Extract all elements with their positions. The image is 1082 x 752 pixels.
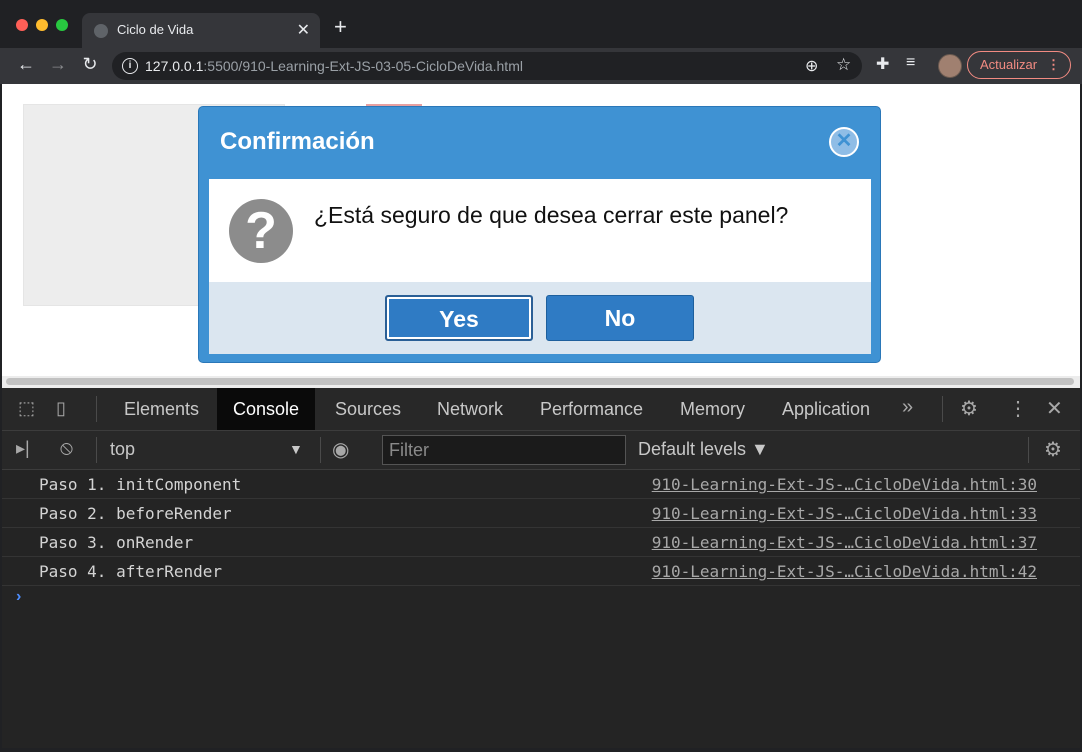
reload-icon[interactable]: ↻ bbox=[78, 54, 102, 75]
more-tabs-icon[interactable]: » bbox=[902, 396, 913, 419]
tab-strip: Ciclo de Vida ✕ + bbox=[0, 0, 1082, 48]
log-row: Paso 1. initComponent 910-Learning-Ext-J… bbox=[2, 470, 1080, 499]
media-control-icon[interactable]: ≡ bbox=[906, 54, 915, 72]
update-label: Actualizar bbox=[980, 57, 1038, 72]
log-row: Paso 3. onRender 910-Learning-Ext-JS-…Ci… bbox=[2, 528, 1080, 557]
address-bar[interactable]: i 127.0.0.1:5500/910-Learning-Ext-JS-03-… bbox=[112, 52, 862, 80]
kebab-menu-icon[interactable]: ⋮ bbox=[1008, 396, 1028, 421]
extensions-puzzle-icon[interactable]: ✚ bbox=[876, 54, 889, 74]
close-window-button[interactable] bbox=[16, 19, 28, 31]
log-levels-dropdown[interactable]: Default levels ▼ bbox=[638, 439, 769, 460]
browser-tab[interactable]: Ciclo de Vida ✕ bbox=[82, 13, 320, 48]
bookmark-star-icon[interactable]: ☆ bbox=[836, 55, 851, 75]
url-path: :5500/910-Learning-Ext-JS-03-05-CicloDeV… bbox=[203, 58, 523, 74]
divider bbox=[96, 437, 97, 463]
dialog-message: ¿Está seguro de que desea cerrar este pa… bbox=[314, 202, 789, 228]
divider bbox=[96, 396, 97, 422]
menu-dots-icon[interactable]: ⋮ bbox=[1047, 52, 1060, 78]
log-row: Paso 4. afterRender 910-Learning-Ext-JS-… bbox=[2, 557, 1080, 586]
info-icon[interactable]: i bbox=[122, 58, 138, 74]
new-tab-icon[interactable]: + bbox=[334, 16, 347, 38]
log-source-link[interactable]: 910-Learning-Ext-JS-…CicloDeVida.html:42 bbox=[652, 562, 1037, 581]
tab-elements[interactable]: Elements bbox=[108, 388, 215, 430]
forward-icon[interactable]: → bbox=[46, 54, 70, 75]
url-host: 127.0.0.1 bbox=[145, 58, 204, 74]
tab-console[interactable]: Console bbox=[217, 388, 316, 430]
context-selector[interactable]: top bbox=[110, 439, 135, 460]
tab-title: Ciclo de Vida bbox=[117, 22, 194, 37]
no-button[interactable]: No bbox=[546, 295, 694, 341]
sidebar-toggle-icon[interactable]: ▸| bbox=[16, 438, 30, 459]
chevron-down-icon[interactable]: ▼ bbox=[289, 441, 303, 457]
devtools-tabbar: ⬚ ▯ Elements Console Sources Network Per… bbox=[2, 388, 1080, 431]
log-message: Paso 1. initComponent bbox=[39, 475, 242, 494]
gear-icon[interactable]: ⚙ bbox=[1044, 437, 1062, 462]
close-tab-icon[interactable]: ✕ bbox=[297, 20, 310, 40]
log-message: Paso 4. afterRender bbox=[39, 562, 223, 581]
log-row: Paso 2. beforeRender 910-Learning-Ext-JS… bbox=[2, 499, 1080, 528]
dialog-body: ? ¿Está seguro de que desea cerrar este … bbox=[209, 179, 871, 282]
divider bbox=[1028, 437, 1029, 463]
url-text[interactable]: 127.0.0.1:5500/910-Learning-Ext-JS-03-05… bbox=[145, 58, 523, 74]
divider bbox=[942, 396, 943, 422]
devtools-panel: ⬚ ▯ Elements Console Sources Network Per… bbox=[2, 388, 1080, 748]
tab-memory[interactable]: Memory bbox=[664, 388, 761, 430]
zoom-icon[interactable]: ⊕ bbox=[805, 56, 818, 76]
filter-input[interactable]: Filter bbox=[382, 435, 626, 465]
question-icon: ? bbox=[229, 199, 293, 263]
yes-button[interactable]: Yes bbox=[385, 295, 533, 341]
dialog-title: Confirmación bbox=[220, 128, 375, 155]
log-source-link[interactable]: 910-Learning-Ext-JS-…CicloDeVida.html:33 bbox=[652, 504, 1037, 523]
tab-network[interactable]: Network bbox=[421, 388, 519, 430]
log-message: Paso 2. beforeRender bbox=[39, 504, 232, 523]
back-icon[interactable]: ← bbox=[14, 54, 38, 75]
tab-performance[interactable]: Performance bbox=[524, 388, 659, 430]
update-button[interactable]: Actualizar ⋮ bbox=[967, 51, 1071, 79]
log-source-link[interactable]: 910-Learning-Ext-JS-…CicloDeVida.html:30 bbox=[652, 475, 1037, 494]
tab-sources[interactable]: Sources bbox=[319, 388, 417, 430]
browser-toolbar: ← → ↻ i 127.0.0.1:5500/910-Learning-Ext-… bbox=[0, 48, 1082, 84]
log-source-link[interactable]: 910-Learning-Ext-JS-…CicloDeVida.html:37 bbox=[652, 533, 1037, 552]
console-prompt-icon[interactable]: › bbox=[16, 588, 21, 606]
dialog-footer: Yes No bbox=[209, 282, 871, 354]
device-toolbar-icon[interactable]: ▯ bbox=[56, 398, 66, 419]
horizontal-scrollbar[interactable] bbox=[2, 376, 1080, 388]
inspect-element-icon[interactable]: ⬚ bbox=[18, 398, 35, 419]
close-icon[interactable]: ✕ bbox=[829, 127, 859, 157]
close-icon[interactable]: ✕ bbox=[1046, 396, 1063, 421]
clear-console-icon[interactable]: ⦸ bbox=[60, 437, 73, 460]
divider bbox=[320, 437, 321, 463]
console-output: Paso 1. initComponent 910-Learning-Ext-J… bbox=[2, 470, 1080, 586]
log-message: Paso 3. onRender bbox=[39, 533, 194, 552]
gear-icon[interactable]: ⚙ bbox=[960, 396, 978, 421]
confirm-dialog: Confirmación ✕ ? ¿Está seguro de que des… bbox=[198, 106, 881, 363]
maximize-window-button[interactable] bbox=[56, 19, 68, 31]
browser-window: Ciclo de Vida ✕ + ← → ↻ i 127.0.0.1:5500… bbox=[0, 0, 1082, 752]
globe-icon bbox=[94, 24, 108, 38]
console-filter-bar: ▸| ⦸ top ▼ ◉ Filter Default levels ▼ ⚙ bbox=[2, 431, 1080, 470]
scrollbar-thumb[interactable] bbox=[6, 378, 1074, 385]
tab-application[interactable]: Application bbox=[766, 388, 886, 430]
avatar[interactable] bbox=[938, 54, 962, 78]
minimize-window-button[interactable] bbox=[36, 19, 48, 31]
eye-icon[interactable]: ◉ bbox=[332, 437, 349, 462]
dialog-header[interactable]: Confirmación ✕ bbox=[199, 107, 880, 179]
